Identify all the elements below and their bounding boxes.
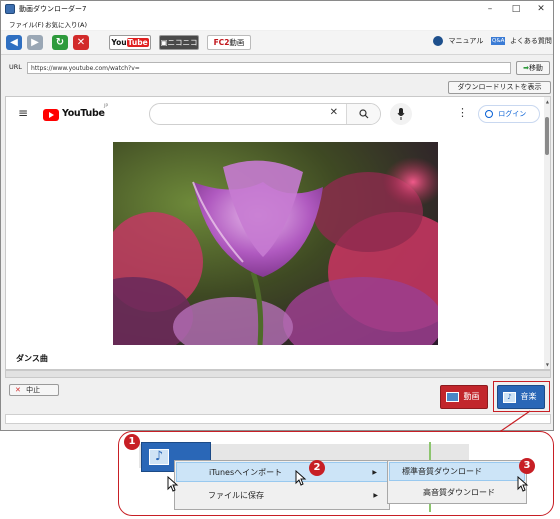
standard-quality-label: 標準音質ダウンロード <box>402 467 482 476</box>
menu-item-itunes-import[interactable]: iTunesへインポート ▶ <box>176 462 388 482</box>
step-badge-3: 3 <box>519 458 535 474</box>
submenu: 標準音質ダウンロード 高音質ダウンロード <box>387 460 527 504</box>
submenu-arrow-icon-2: ▶ <box>373 492 378 499</box>
itunes-import-label: iTunesへインポート <box>209 468 283 477</box>
context-menu: iTunesへインポート ▶ ファイルに保存 ▶ <box>174 460 390 510</box>
menu-item-standard-quality[interactable]: 標準音質ダウンロード <box>389 462 525 481</box>
menu-item-save-file[interactable]: ファイルに保存 ▶ <box>176 486 388 506</box>
cursor-icon-2 <box>295 470 307 486</box>
menu-item-high-quality[interactable]: 高音質ダウンロード <box>389 484 525 503</box>
cursor-icon-3 <box>517 476 529 492</box>
submenu-arrow-icon: ▶ <box>372 469 377 476</box>
cursor-icon-1 <box>167 476 179 492</box>
context-menu-callout: ♪ iTunesへインポート ▶ ファイルに保存 ▶ 標準音質ダウンロード 高音… <box>118 431 554 516</box>
step-badge-2: 2 <box>309 460 325 476</box>
save-file-label: ファイルに保存 <box>208 491 264 500</box>
music-note-zoom-icon: ♪ <box>149 449 169 465</box>
step-badge-1: 1 <box>124 434 140 450</box>
high-quality-label: 高音質ダウンロード <box>423 488 495 497</box>
